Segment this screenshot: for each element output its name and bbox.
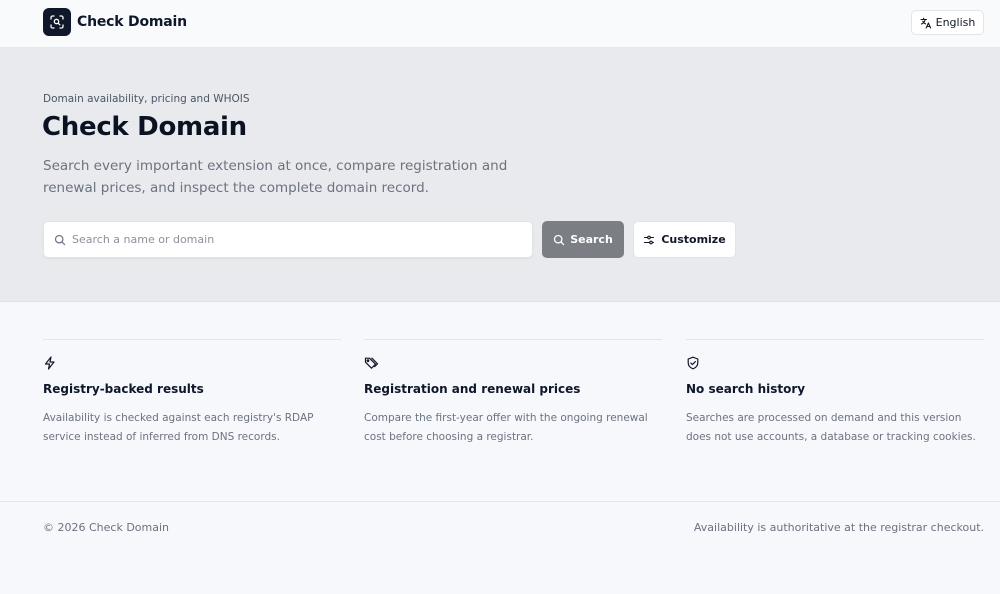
hero-eyebrow: Domain availability, pricing and WHOIS	[43, 93, 250, 105]
feature-title: No search history	[686, 382, 806, 396]
footer: © 2026 Check Domain Availability is auth…	[0, 501, 1000, 594]
feature-description: Availability is checked against each reg…	[43, 412, 314, 443]
feature-prices: Registration and renewal prices Compare …	[364, 339, 662, 443]
app-name: Check Domain	[77, 14, 187, 30]
sliders-icon	[643, 234, 655, 246]
feature-title: Registry-backed results	[43, 382, 204, 396]
customize-button-label: Customize	[661, 233, 726, 246]
search-box[interactable]	[43, 221, 533, 258]
shield-check-icon	[686, 356, 700, 370]
lightning-icon	[43, 356, 57, 370]
hero-description: Search every important extension at once…	[43, 158, 508, 196]
search-icon	[553, 234, 565, 246]
feature-registry: Registry-backed results Availability is …	[43, 339, 341, 443]
page-title: Check Domain	[42, 112, 247, 142]
feature-description: Compare the first-year offer with the on…	[364, 412, 648, 443]
hero-section: Domain availability, pricing and WHOIS C…	[0, 48, 1000, 302]
search-button-label: Search	[570, 233, 613, 246]
customize-button[interactable]: Customize	[633, 221, 736, 258]
feature-privacy: No search history Searches are processed…	[686, 339, 984, 443]
search-button[interactable]: Search	[542, 221, 624, 258]
translate-icon	[920, 17, 932, 29]
footer-note: Availability is authoritative at the reg…	[693, 521, 984, 534]
brand-link[interactable]: Check Domain	[43, 8, 187, 36]
language-button[interactable]: English	[911, 10, 984, 35]
feature-title: Registration and renewal prices	[364, 382, 581, 396]
copyright-text: © 2026 Check Domain	[43, 521, 170, 534]
search-icon	[54, 234, 66, 246]
language-label: English	[935, 16, 976, 29]
top-bar: Check Domain English	[0, 0, 1000, 48]
feature-description: Searches are processed on demand and thi…	[686, 412, 976, 443]
search-input[interactable]	[72, 233, 512, 246]
magnify-scan-icon	[43, 8, 71, 36]
price-tags-icon	[364, 356, 379, 371]
